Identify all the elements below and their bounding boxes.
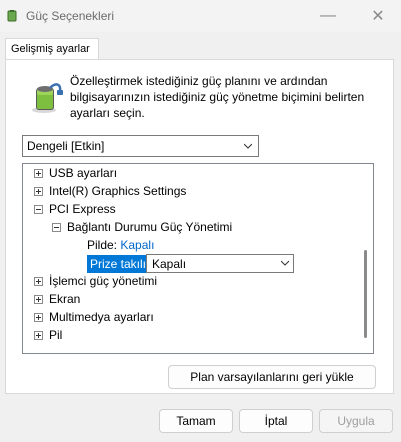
on-battery-value[interactable]: Kapalı xyxy=(120,238,154,252)
collapse-icon[interactable] xyxy=(52,223,61,232)
tree-item-label: Bağlantı Durumu Güç Yönetimi xyxy=(67,220,233,234)
minimize-button[interactable]: — xyxy=(305,0,351,32)
expand-icon[interactable] xyxy=(34,277,43,286)
power-plan-value: Dengeli [Etkin] xyxy=(27,139,105,153)
setting-on-battery[interactable]: Pilde: Kapalı xyxy=(87,236,154,254)
battery-app-icon xyxy=(7,10,17,22)
plugged-in-value: Kapalı xyxy=(152,257,187,271)
tree-item-label: PCI Express xyxy=(49,202,116,216)
tree-scrollbar-thumb[interactable] xyxy=(364,250,367,338)
tree-item-label: Ekran xyxy=(49,292,81,306)
on-battery-label: Pilde: xyxy=(87,238,118,252)
collapse-icon[interactable] xyxy=(34,205,43,214)
expand-icon[interactable] xyxy=(34,331,43,340)
battery-plug-icon xyxy=(32,83,63,113)
tab-label: Gelişmiş ayarlar xyxy=(11,43,90,55)
chevron-down-icon xyxy=(244,143,252,149)
ok-button[interactable]: Tamam xyxy=(159,409,233,433)
restore-defaults-button[interactable]: Plan varsayılanlarını geri yükle xyxy=(168,365,376,389)
expand-icon[interactable] xyxy=(34,295,43,304)
tree-item-label: Pil xyxy=(49,328,63,342)
minimize-icon: — xyxy=(320,7,336,24)
tree-item-label: USB ayarları xyxy=(49,166,118,180)
tree-item-label: İşlemci güç yönetimi xyxy=(49,274,158,288)
expand-icon[interactable] xyxy=(34,169,43,178)
intro-text: Özelleştirmek istediğiniz güç planını ve… xyxy=(70,74,365,120)
window-title: Güç Seçenekleri xyxy=(26,9,115,23)
apply-button[interactable]: Uygula xyxy=(319,409,393,433)
close-button[interactable]: ✕ xyxy=(355,0,401,32)
close-icon: ✕ xyxy=(371,8,385,25)
chevron-down-icon xyxy=(281,260,289,266)
tree-item-label: Intel(R) Graphics Settings xyxy=(49,184,187,198)
expand-icon[interactable] xyxy=(34,313,43,322)
plugged-in-label: Prize takılı: xyxy=(87,255,153,273)
tree-item-label: Multimedya ayarları xyxy=(49,310,154,324)
cancel-button[interactable]: İptal xyxy=(239,409,313,433)
expand-icon[interactable] xyxy=(34,187,43,196)
